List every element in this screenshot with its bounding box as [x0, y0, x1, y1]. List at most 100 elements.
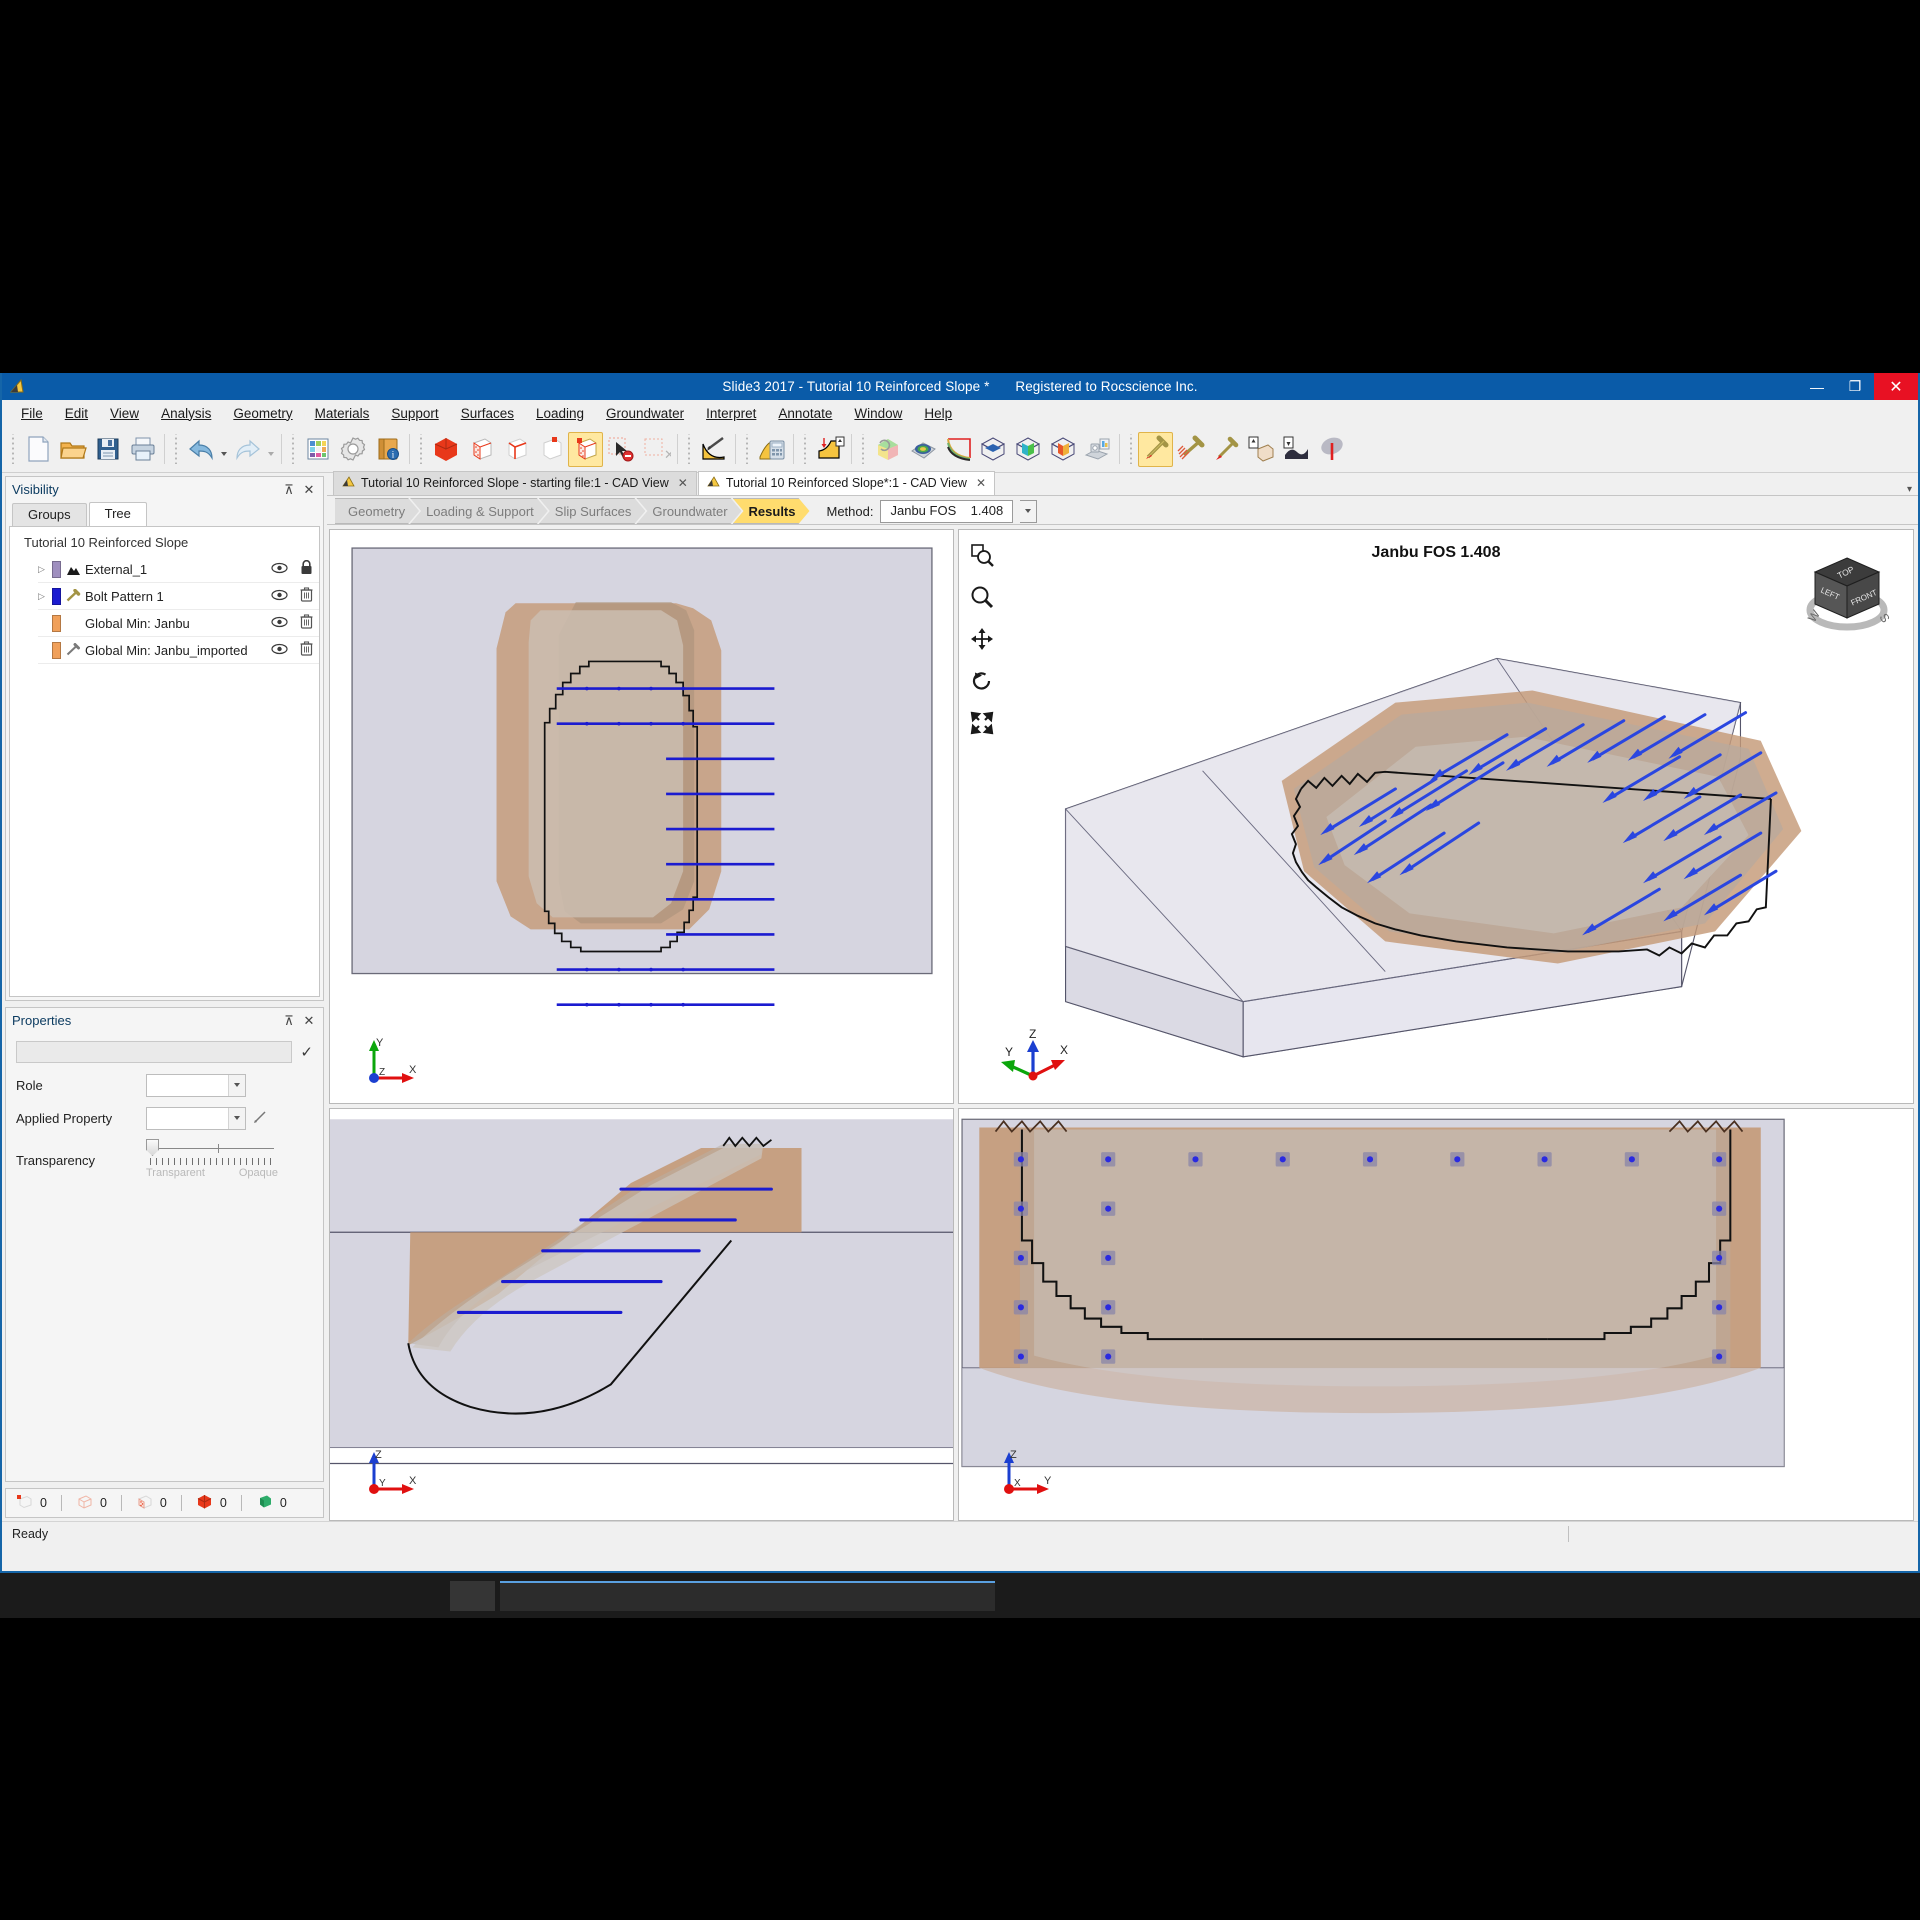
zoom-icon[interactable] — [967, 582, 997, 612]
undo-dropdown-caret-icon[interactable] — [218, 432, 230, 467]
step-slip-surfaces[interactable]: Slip Surfaces — [539, 498, 646, 524]
color-palette-icon[interactable] — [300, 432, 335, 467]
role-combobox[interactable] — [146, 1073, 246, 1097]
toolbar-grip[interactable] — [801, 434, 809, 464]
select-faces-cube-icon[interactable] — [463, 432, 498, 467]
project-settings-book-icon[interactable]: i — [370, 432, 405, 467]
toolbar-grip[interactable] — [9, 434, 17, 464]
toolbar-grip[interactable] — [1127, 434, 1135, 464]
checkmark-icon[interactable]: ✓ — [300, 1043, 313, 1061]
contour-results-icon[interactable] — [905, 432, 940, 467]
menu-support[interactable]: Support — [380, 403, 449, 424]
plane-section-z-icon[interactable] — [975, 432, 1010, 467]
step-geometry[interactable]: Geometry — [335, 498, 419, 524]
toolbar-grip[interactable] — [685, 434, 693, 464]
rotate-icon[interactable] — [967, 666, 997, 696]
trash-icon[interactable] — [300, 641, 313, 659]
pin-icon[interactable]: ⊼ — [281, 482, 297, 498]
chevron-down-icon[interactable] — [1020, 499, 1038, 523]
trash-icon[interactable] — [300, 614, 313, 632]
menu-loading[interactable]: Loading — [525, 403, 595, 424]
save-disk-icon[interactable] — [90, 432, 125, 467]
export-slope-icon[interactable] — [812, 432, 847, 467]
toolbar-grip[interactable] — [859, 434, 867, 464]
taskbar-item[interactable] — [665, 1581, 830, 1611]
chevron-down-icon[interactable] — [228, 1074, 245, 1096]
solid-cube-icon[interactable] — [428, 432, 463, 467]
taskbar-item[interactable] — [450, 1581, 495, 1611]
pin-icon[interactable]: ⊼ — [281, 1013, 297, 1029]
pencil-icon[interactable] — [253, 1109, 268, 1127]
close-icon[interactable]: ✕ — [301, 1013, 317, 1029]
menu-materials[interactable]: Materials — [304, 403, 381, 424]
pan-icon[interactable] — [967, 624, 997, 654]
menu-file[interactable]: File — [10, 403, 54, 424]
taskbar-item[interactable] — [830, 1581, 995, 1611]
eye-icon[interactable] — [271, 589, 288, 604]
maximize-button[interactable]: ❐ — [1836, 373, 1874, 400]
tab-groups[interactable]: Groups — [12, 503, 87, 526]
expand-arrow-icon[interactable]: ▷ — [38, 591, 52, 602]
clipping-plane-icon[interactable] — [1080, 432, 1115, 467]
print-icon[interactable] — [125, 432, 160, 467]
viewport-3d-perspective[interactable]: Janbu FOS 1.408 Z X Y W S TOP LEFT FRONT — [958, 529, 1914, 1104]
menu-view[interactable]: View — [99, 403, 150, 424]
view-cube[interactable]: W S TOP LEFT FRONT — [1799, 550, 1895, 647]
toolbar-grip[interactable] — [417, 434, 425, 464]
tree-item-global-min-janbu[interactable]: Global Min: Janbu — [38, 610, 319, 637]
step-groundwater[interactable]: Groundwater — [636, 498, 741, 524]
bolt-pattern-icon[interactable] — [1173, 432, 1208, 467]
plane-section-y-icon[interactable] — [1010, 432, 1045, 467]
close-icon[interactable]: ✕ — [301, 482, 317, 498]
menu-annotate[interactable]: Annotate — [767, 403, 843, 424]
eye-icon[interactable] — [271, 562, 288, 577]
viewport-front-section[interactable]: Z X Y — [329, 1108, 954, 1521]
tree-item-external-1[interactable]: ▷ External_1 — [38, 556, 319, 583]
step-loading-support[interactable]: Loading & Support — [410, 498, 548, 524]
step-results[interactable]: Results — [733, 498, 810, 524]
expand-arrow-icon[interactable]: ▷ — [38, 564, 52, 575]
menu-geometry[interactable]: Geometry — [222, 403, 303, 424]
open-folder-icon[interactable] — [55, 432, 90, 467]
select-vertex-cube-icon[interactable] — [533, 432, 568, 467]
menu-groundwater[interactable]: Groundwater — [595, 403, 695, 424]
menu-interpret[interactable]: Interpret — [695, 403, 767, 424]
viewport-side-section[interactable]: Z Y X — [958, 1108, 1914, 1521]
chevron-down-icon[interactable]: ▾ — [1907, 484, 1912, 495]
property-name-input[interactable] — [16, 1041, 293, 1063]
menu-analysis[interactable]: Analysis — [150, 403, 222, 424]
menu-surfaces[interactable]: Surfaces — [450, 403, 525, 424]
eye-icon[interactable] — [271, 643, 288, 658]
pick-cursor-icon[interactable] — [603, 432, 638, 467]
surface-search-icon[interactable] — [940, 432, 975, 467]
single-bolt-icon[interactable] — [1208, 432, 1243, 467]
trash-icon[interactable] — [300, 587, 313, 605]
chevron-down-icon[interactable] — [228, 1107, 245, 1129]
menu-help[interactable]: Help — [913, 403, 963, 424]
tree-item-bolt-pattern-1[interactable]: ▷ Bolt Pattern 1 — [38, 583, 319, 610]
menu-window[interactable]: Window — [843, 403, 913, 424]
add-surface-icon[interactable] — [1278, 432, 1313, 467]
lock-icon[interactable] — [300, 559, 313, 578]
plane-section-x-icon[interactable] — [1045, 432, 1080, 467]
menu-edit[interactable]: Edit — [54, 403, 99, 424]
zoom-extents-icon[interactable] — [967, 708, 997, 738]
toolbar-grip[interactable] — [289, 434, 297, 464]
pin-support-icon[interactable] — [1313, 432, 1348, 467]
tab-tree[interactable]: Tree — [88, 502, 147, 526]
undo-arrow-icon[interactable] — [183, 432, 218, 467]
close-icon[interactable]: ✕ — [678, 476, 688, 490]
viewport-top-view[interactable]: Y X Z — [329, 529, 954, 1104]
doc-tab-active[interactable]: Tutorial 10 Reinforced Slope*:1 - CAD Vi… — [697, 471, 995, 495]
zoom-window-icon[interactable] — [967, 540, 997, 570]
select-body-cube-icon[interactable] — [568, 431, 603, 467]
settings-gear-icon[interactable] — [335, 432, 370, 467]
taskbar-item[interactable] — [500, 1581, 665, 1611]
deselect-all-icon[interactable]: ✕ — [638, 432, 673, 467]
doc-tab-starting-file[interactable]: Tutorial 10 Reinforced Slope - starting … — [333, 471, 697, 495]
new-document-icon[interactable] — [20, 432, 55, 467]
slider-thumb[interactable] — [146, 1139, 159, 1156]
select-edges-cube-icon[interactable] — [498, 432, 533, 467]
minimize-button[interactable]: — — [1798, 373, 1836, 400]
toolbar-grip[interactable] — [172, 434, 180, 464]
